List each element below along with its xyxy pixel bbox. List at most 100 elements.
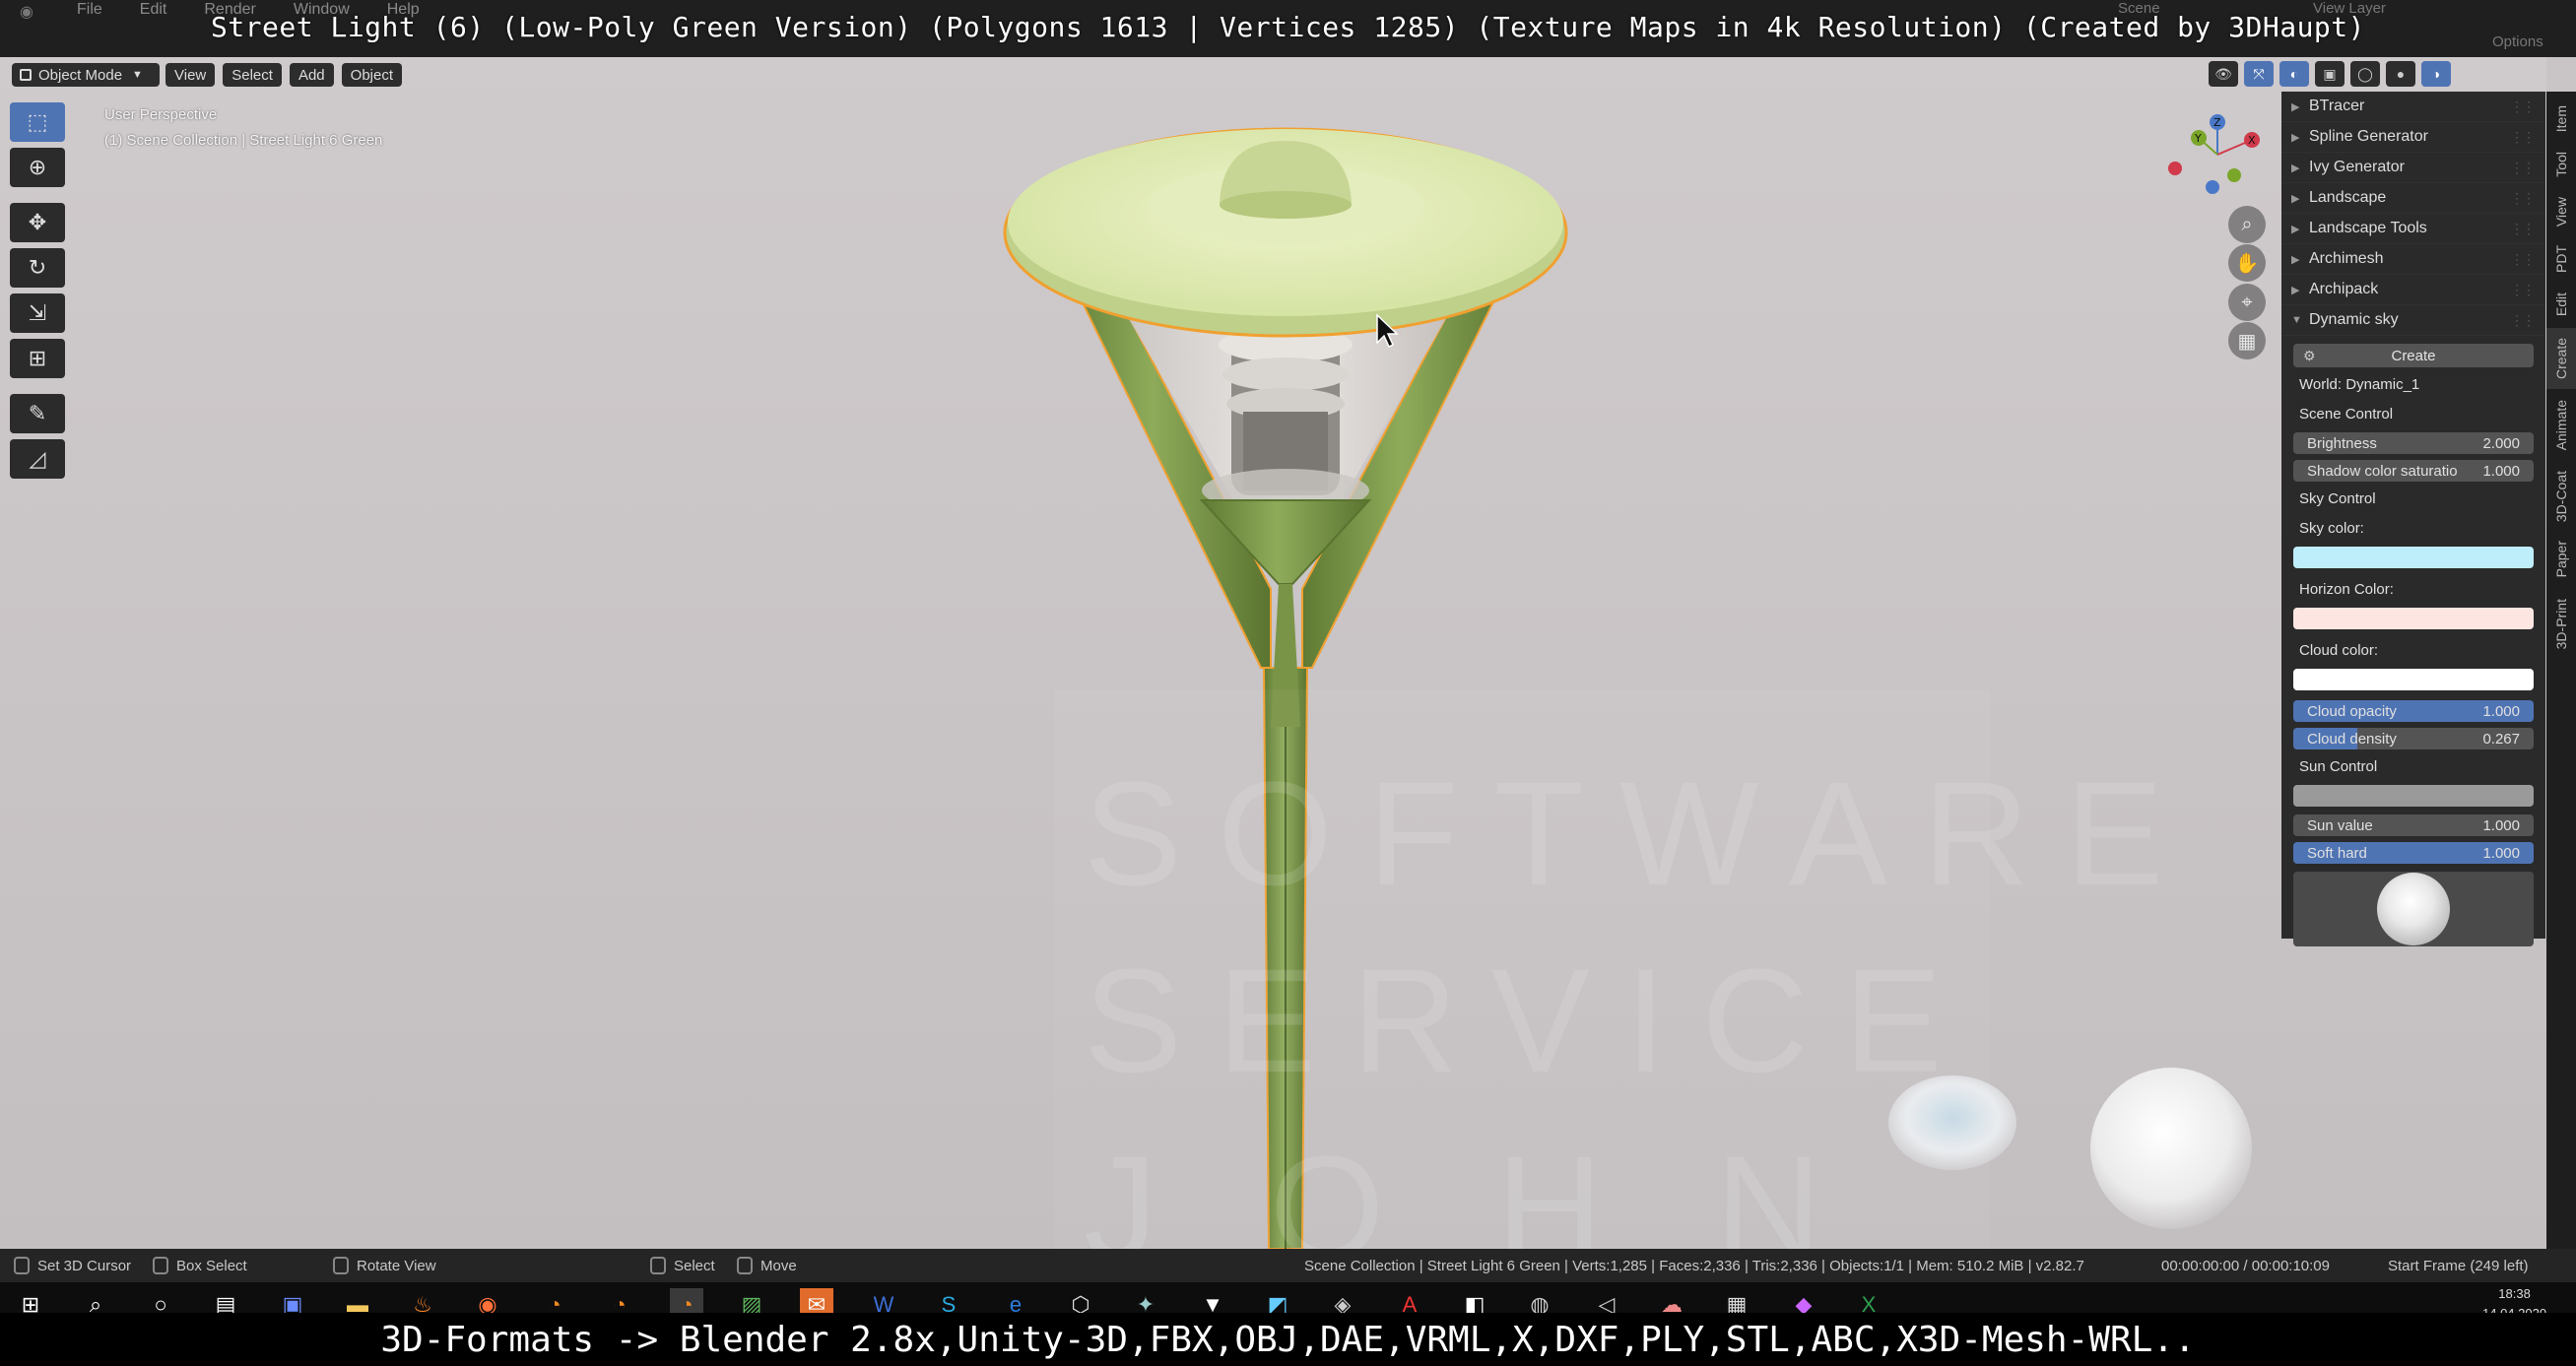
mouse-left-icon xyxy=(14,1257,30,1274)
brightness-field[interactable]: Brightness 2.000 xyxy=(2293,432,2534,454)
panel-archipack[interactable]: ▶ Archipack ⋮⋮ xyxy=(2281,275,2545,305)
move-icon: ✥ xyxy=(28,210,47,234)
material-shading-icon[interactable]: ◑ xyxy=(2421,61,2451,87)
mouse-middle-icon xyxy=(333,1257,349,1274)
mouse-right-icon xyxy=(650,1257,666,1274)
panel-label: Archimesh xyxy=(2309,250,2384,267)
annotate-icon: ✎ xyxy=(28,401,47,425)
transform-tool[interactable]: ⊞ xyxy=(10,339,65,378)
svg-text:Y: Y xyxy=(2194,132,2202,145)
tab-view[interactable]: View xyxy=(2546,188,2576,235)
grip-icon[interactable]: ⋮⋮ xyxy=(2510,129,2536,146)
grid-view-icon[interactable]: ▦ xyxy=(2228,322,2266,359)
cloud-opacity-value: 1.000 xyxy=(2482,702,2520,720)
grip-icon[interactable]: ⋮⋮ xyxy=(2510,282,2536,298)
rotate-tool[interactable]: ↻ xyxy=(10,248,65,288)
panel-dynamic-sky[interactable]: ▼ Dynamic sky ⋮⋮ xyxy=(2281,305,2545,336)
create-button[interactable]: ⚙ Create xyxy=(2293,344,2534,367)
grip-icon[interactable]: ⋮⋮ xyxy=(2510,312,2536,329)
gizmo-toggle-icon[interactable]: ⤧ xyxy=(2244,61,2274,87)
hint-move: Move xyxy=(737,1249,797,1282)
tab-label: Paper xyxy=(2553,541,2569,578)
scale-tool[interactable]: ⇲ xyxy=(10,293,65,333)
chevron-right-icon: ▶ xyxy=(2291,223,2300,235)
sky-control-heading: Sky Control xyxy=(2299,489,2376,507)
tab-create[interactable]: Create xyxy=(2546,328,2576,389)
panel-landscape-tools[interactable]: ▶ Landscape Tools ⋮⋮ xyxy=(2281,214,2545,244)
object-mode-icon xyxy=(20,69,32,81)
measure-tool[interactable]: ◿ xyxy=(10,439,65,479)
move-tool[interactable]: ✥ xyxy=(10,203,65,242)
horizon-color-label: Horizon Color: xyxy=(2299,580,2394,598)
grip-icon[interactable]: ⋮⋮ xyxy=(2510,190,2536,207)
grip-icon[interactable]: ⋮⋮ xyxy=(2510,251,2536,268)
grip-icon[interactable]: ⋮⋮ xyxy=(2510,98,2536,115)
tab-pdt[interactable]: PDT xyxy=(2546,237,2576,281)
tab-animate[interactable]: Animate xyxy=(2546,391,2576,460)
cloud-color-swatch[interactable] xyxy=(2293,669,2534,690)
hint-label: Select xyxy=(674,1257,715,1274)
sun-value-field[interactable]: Sun value 1.000 xyxy=(2293,814,2534,836)
panel-archimesh[interactable]: ▶ Archimesh ⋮⋮ xyxy=(2281,244,2545,275)
world-label: World: Dynamic_1 xyxy=(2299,375,2420,393)
sky-color-label: Sky color: xyxy=(2299,519,2364,537)
view-menu[interactable]: View xyxy=(165,63,216,87)
cloud-opacity-slider[interactable]: Cloud opacity 1.000 xyxy=(2293,700,2534,722)
chevron-right-icon: ▶ xyxy=(2291,162,2300,174)
camera-icon[interactable]: ⌖ xyxy=(2228,284,2266,321)
watermark-line-1: SOFTWARE xyxy=(1084,750,2200,916)
tab-paper[interactable]: Paper xyxy=(2546,533,2576,586)
tab-label: Animate xyxy=(2553,400,2569,451)
horizon-color-swatch[interactable] xyxy=(2293,608,2534,629)
cursor-tool[interactable]: ⊕ xyxy=(10,148,65,187)
grip-icon[interactable]: ⋮⋮ xyxy=(2510,160,2536,176)
object-mode-dropdown[interactable]: Object Mode ▼ xyxy=(12,63,160,87)
overlay-toggle-icon[interactable]: ◐ xyxy=(2279,61,2309,87)
xray-icon[interactable]: ▣ xyxy=(2315,61,2345,87)
wireframe-shading-icon[interactable]: ◯ xyxy=(2350,61,2380,87)
tab-label: 3D-Coat xyxy=(2553,470,2569,523)
sidebar-panel: ▶ BTracer ⋮⋮ ▶ Spline Generator ⋮⋮ ▶ Ivy Gene… xyxy=(2281,92,2545,946)
object-menu[interactable]: Object xyxy=(341,63,403,87)
shadow-saturation-value: 1.000 xyxy=(2482,462,2520,480)
tab-3d-print[interactable]: 3D-Print xyxy=(2546,588,2576,661)
tab-label: Item xyxy=(2553,105,2569,133)
annotate-tool[interactable]: ✎ xyxy=(10,394,65,433)
soft-hard-slider[interactable]: Soft hard 1.000 xyxy=(2293,842,2534,864)
viewport-header-icons: 👁 ⤧ ◐ ▣ ◯ ● ◑ xyxy=(2209,61,2451,89)
zoom-icon[interactable]: ⌕ xyxy=(2228,206,2266,243)
status-bar: Set 3D Cursor Box Select Rotate View Sel… xyxy=(0,1249,2576,1282)
tab-3d-coat[interactable]: 3D-Coat xyxy=(2546,462,2576,531)
panel-spline-generator[interactable]: ▶ Spline Generator ⋮⋮ xyxy=(2281,122,2545,153)
panel-btracer[interactable]: ▶ BTracer ⋮⋮ xyxy=(2281,92,2545,122)
hint-label: Rotate View xyxy=(357,1257,436,1274)
navigation-gizmo[interactable]: Z X Y xyxy=(2163,110,2272,199)
tab-label: Edit xyxy=(2553,292,2569,317)
sky-color-swatch[interactable] xyxy=(2293,547,2534,568)
hint-label: Move xyxy=(760,1257,797,1274)
tab-tool[interactable]: Tool xyxy=(2546,143,2576,186)
shadow-saturation-field[interactable]: Shadow color saturatio 1.000 xyxy=(2293,460,2534,482)
object-mode-label: Object Mode xyxy=(38,66,123,84)
panel-label: Landscape Tools xyxy=(2309,220,2427,236)
solid-shading-icon[interactable]: ● xyxy=(2386,61,2415,87)
sun-value-label: Sun value xyxy=(2307,816,2373,834)
panel-ivy-generator[interactable]: ▶ Ivy Generator ⋮⋮ xyxy=(2281,153,2545,183)
transform-icon: ⊞ xyxy=(28,346,47,370)
sun-color-swatch[interactable] xyxy=(2293,785,2534,807)
sun-control-heading: Sun Control xyxy=(2299,757,2378,775)
panel-landscape[interactable]: ▶ Landscape ⋮⋮ xyxy=(2281,183,2545,214)
visibility-icon[interactable]: 👁 xyxy=(2209,61,2238,87)
pan-hand-icon[interactable]: ✋ xyxy=(2228,244,2266,282)
add-menu[interactable]: Add xyxy=(289,63,334,87)
grip-icon[interactable]: ⋮⋮ xyxy=(2510,221,2536,237)
select-menu[interactable]: Select xyxy=(223,63,282,87)
chevron-down-icon: ▼ xyxy=(132,69,143,81)
cloud-color-label: Cloud color: xyxy=(2299,641,2379,659)
tab-item[interactable]: Item xyxy=(2546,98,2576,141)
cloud-density-slider[interactable]: Cloud density 0.267 xyxy=(2293,728,2534,749)
hint-label: Box Select xyxy=(176,1257,247,1274)
select-box-tool[interactable]: ⬚ xyxy=(10,102,65,142)
sun-preview[interactable] xyxy=(2293,872,2534,946)
tab-edit[interactable]: Edit xyxy=(2546,283,2576,326)
